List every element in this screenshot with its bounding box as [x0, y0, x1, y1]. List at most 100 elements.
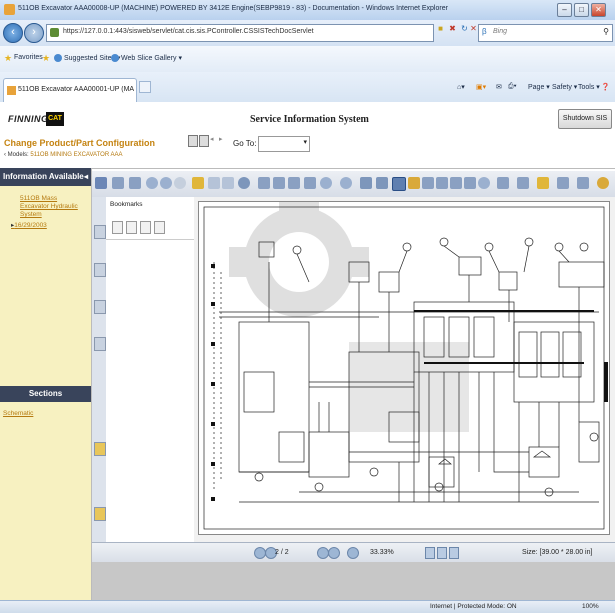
last-page-icon[interactable] — [328, 547, 340, 559]
zoom-out-icon[interactable] — [320, 177, 332, 189]
bookmarks-tab-icon[interactable] — [94, 225, 106, 239]
hand-tool-icon[interactable] — [192, 177, 204, 189]
attachment-icon[interactable] — [537, 177, 549, 189]
home-icon[interactable]: ⌂▾ — [457, 83, 465, 91]
text-select-icon[interactable] — [392, 177, 406, 191]
address-toolbar: ‹ › https://127.0.0.1:443/sisweb/servlet… — [0, 20, 615, 46]
signatures-tab-icon[interactable] — [94, 507, 106, 521]
delete-bookmark-icon[interactable] — [140, 221, 151, 234]
document-icon[interactable] — [188, 135, 198, 147]
first-page-icon[interactable] — [146, 177, 158, 189]
continuous-page-icon[interactable] — [437, 547, 447, 559]
highlight-icon[interactable] — [408, 177, 420, 189]
actual-size-icon[interactable] — [288, 177, 300, 189]
distance-icon[interactable] — [577, 177, 589, 189]
search-input[interactable]: β Bing ⚲ — [478, 24, 613, 42]
document-viewport[interactable] — [194, 197, 615, 542]
user-icon[interactable] — [597, 177, 609, 189]
previous-view-icon[interactable] — [208, 177, 220, 189]
minimize-button[interactable]: – — [557, 3, 572, 17]
new-bookmark-icon[interactable] — [126, 221, 137, 234]
shutdown-button[interactable]: Shutdown SIS — [558, 109, 612, 129]
ellipse-icon[interactable] — [478, 177, 490, 189]
empty-area — [92, 562, 615, 600]
tools-menu[interactable]: Tools ▾ — [578, 83, 600, 91]
zoom-in-icon[interactable] — [340, 177, 352, 189]
pages-tab-icon[interactable] — [94, 263, 106, 277]
next-view-icon[interactable] — [222, 177, 234, 189]
mail-icon[interactable]: ✉ — [496, 83, 502, 91]
snapshot-icon[interactable] — [376, 177, 388, 189]
line-icon[interactable] — [497, 177, 509, 189]
document-size: Size: [39.00 * 28.00 in] — [522, 549, 593, 556]
fit-page-icon[interactable] — [258, 177, 270, 189]
schematic-link[interactable]: Schematic — [3, 410, 33, 417]
text-box-icon[interactable] — [450, 177, 462, 189]
window-title-bar: 511OB Excavator AAA00008-UP (MACHINE) PO… — [0, 0, 615, 21]
stamp-icon[interactable] — [436, 177, 448, 189]
favorites-button[interactable]: Favorites — [14, 54, 43, 61]
browser-zoom[interactable]: 100% — [582, 603, 599, 610]
maximize-button[interactable]: □ — [574, 3, 589, 17]
previous-page-icon[interactable]: ◂ — [210, 135, 214, 143]
bookmarks-pane: Bookmarks — [106, 197, 195, 542]
pdf-side-toolbar — [92, 197, 107, 542]
bookmark-options-icon[interactable] — [112, 221, 123, 234]
search-icon[interactable]: ⚲ — [603, 27, 609, 36]
tab-favicon — [7, 86, 16, 95]
callout-icon[interactable] — [464, 177, 476, 189]
forward-button[interactable]: › — [24, 23, 44, 43]
browser-tab[interactable]: 511OB Excavator AAA00001-UP (MACHINE) PO… — [3, 78, 137, 103]
models-value[interactable]: 511OB MINING EXCAVATOR AAA — [30, 152, 122, 158]
print-icon[interactable] — [112, 177, 124, 189]
favorites-item-web-slice-gallery[interactable]: Web Slice Gallery ▾ — [121, 54, 182, 62]
document-icon[interactable] — [199, 135, 209, 147]
search-doc-icon[interactable] — [517, 177, 529, 189]
close-window-button[interactable]: ✕ — [591, 3, 606, 17]
feeds-icon[interactable]: ▣▾ — [476, 83, 486, 91]
next-page-icon[interactable]: ▸ — [219, 135, 223, 143]
facing-page-icon[interactable] — [449, 547, 459, 559]
attachments-tab-icon[interactable] — [94, 300, 106, 314]
measure-icon[interactable] — [557, 177, 569, 189]
fit-width-icon[interactable] — [273, 177, 285, 189]
info-date-link[interactable]: 16/29/2003 — [11, 221, 47, 229]
email-icon[interactable] — [129, 177, 141, 189]
address-field[interactable]: https://127.0.0.1:443/sisweb/servlet/cat… — [46, 24, 434, 42]
safety-menu[interactable]: Safety ▾ — [552, 83, 577, 91]
previous-page-icon[interactable] — [160, 177, 172, 189]
goto-select[interactable]: ▾ — [258, 136, 310, 152]
models-label: ‹ Models: — [4, 152, 29, 158]
browser-status-bar: Internet | Protected Mode: ON 100% — [0, 600, 615, 613]
change-product-link[interactable]: Change Product/Part Configuration — [4, 138, 155, 148]
collapse-arrow-icon[interactable]: ◂ — [84, 168, 88, 186]
new-tab-button[interactable] — [139, 81, 151, 93]
zoom-icon[interactable] — [238, 177, 250, 189]
back-button[interactable]: ‹ — [3, 23, 23, 43]
left-panel: Information Available ◂ 511OB Mass Excav… — [0, 168, 92, 600]
add-favorite-icon[interactable]: ★ — [42, 53, 50, 64]
select-tool-icon[interactable] — [360, 177, 372, 189]
help-icon[interactable]: ❓ — [601, 83, 610, 91]
info-document-link[interactable]: 511OB Mass Excavator Hydraulic System — [20, 195, 86, 219]
hydraulic-schematic-drawing — [203, 202, 608, 530]
layers-tab-icon[interactable] — [94, 442, 106, 456]
comments-tab-icon[interactable] — [94, 337, 106, 351]
tab-row: 511OB Excavator AAA00001-UP (MACHINE) PO… — [0, 72, 615, 103]
page-menu[interactable]: Page ▾ — [528, 83, 550, 91]
print-icon[interactable]: ⎙▾ — [508, 83, 517, 91]
lock-icon[interactable]: ■ — [435, 23, 446, 34]
ie-page-icon — [111, 54, 119, 62]
save-icon[interactable] — [95, 177, 107, 189]
rotate-icon[interactable] — [304, 177, 316, 189]
certificate-error-icon[interactable]: ✖ — [447, 23, 458, 34]
pdf-toolbar — [92, 171, 615, 198]
next-page-icon[interactable] — [174, 177, 186, 189]
previous-view-icon[interactable] — [347, 547, 359, 559]
expand-bookmark-icon[interactable] — [154, 221, 165, 234]
single-page-icon[interactable] — [425, 547, 435, 559]
note-icon[interactable] — [422, 177, 434, 189]
page-indicator[interactable]: 2 / 2 — [275, 549, 289, 556]
info-available-header: Information Available ◂ — [0, 168, 91, 186]
zoom-level[interactable]: 33.33% — [370, 549, 394, 556]
